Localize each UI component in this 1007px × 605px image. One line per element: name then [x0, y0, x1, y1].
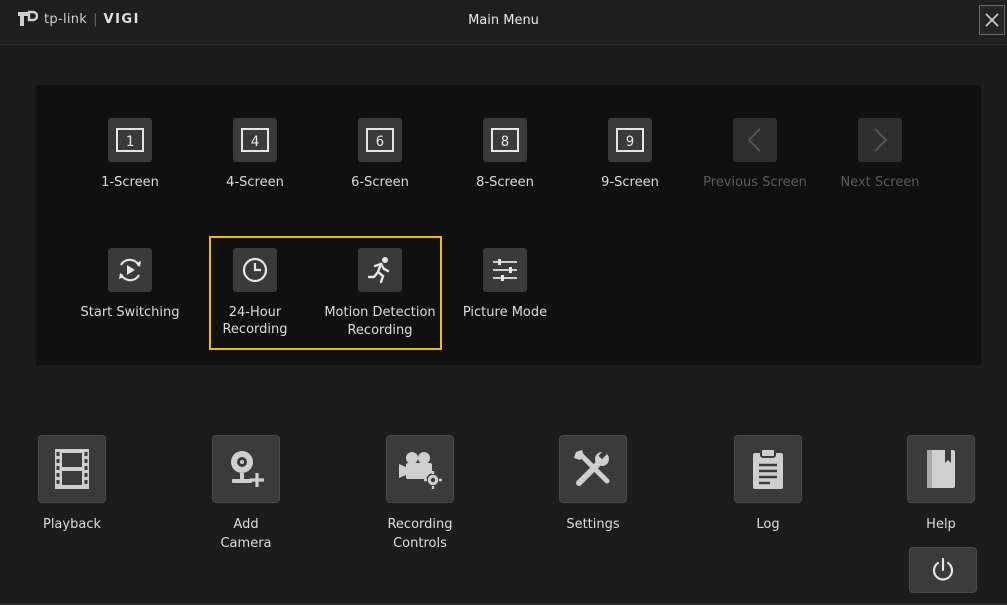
one-screen-icon: 1 — [108, 118, 152, 162]
add-camera-label: Add Camera — [220, 515, 271, 553]
power-icon — [932, 557, 954, 581]
six-screen-label: 6-Screen — [351, 175, 409, 190]
title-bar: tp-link | VIGI Main Menu — [0, 0, 1007, 45]
six-screen-button[interactable]: 6 6-Screen — [325, 118, 435, 192]
help-label: Help — [926, 517, 956, 532]
film-icon — [38, 435, 106, 503]
playback-button[interactable]: Playback — [2, 435, 142, 534]
next-screen-label: Next Screen — [840, 175, 920, 190]
tools-icon — [559, 435, 627, 503]
book-icon — [907, 435, 975, 503]
power-button[interactable] — [909, 547, 977, 593]
eight-screen-label: 8-Screen — [476, 175, 534, 190]
picture-mode-button[interactable]: Picture Mode — [450, 248, 560, 322]
playback-label: Playback — [42, 517, 101, 532]
settings-button[interactable]: Settings — [523, 435, 663, 534]
recording-controls-label: Recording Controls — [387, 515, 452, 553]
svg-text:9: 9 — [626, 134, 634, 150]
add-camera-label-line2: Camera — [220, 536, 272, 551]
add-camera-label-line1: Add — [233, 517, 259, 532]
log-label: Log — [756, 517, 780, 532]
help-button[interactable]: Help — [871, 435, 1007, 534]
six-screen-icon: 6 — [358, 118, 402, 162]
svg-text:8: 8 — [501, 134, 509, 150]
start-switching-button[interactable]: Start Switching — [75, 248, 185, 322]
recording-camera-icon — [386, 435, 454, 503]
eight-screen-button[interactable]: 8 8-Screen — [450, 118, 560, 192]
four-screen-icon: 4 — [233, 118, 277, 162]
nine-screen-icon: 9 — [608, 118, 652, 162]
add-camera-icon — [212, 435, 280, 503]
recording-controls-label-line1: Recording — [387, 517, 453, 532]
one-screen-label: 1-Screen — [101, 175, 159, 190]
close-icon — [985, 13, 999, 27]
recording-controls-label-line2: Controls — [393, 536, 447, 551]
close-button[interactable] — [979, 5, 1005, 35]
start-switching-label: Start Switching — [80, 305, 180, 320]
previous-screen-label: Previous Screen — [703, 175, 807, 190]
svg-text:1: 1 — [126, 134, 134, 150]
eight-screen-icon: 8 — [483, 118, 527, 162]
picture-mode-label: Picture Mode — [462, 305, 548, 320]
window-title: Main Menu — [468, 13, 539, 28]
previous-screen-button[interactable]: Previous Screen — [700, 118, 810, 192]
recording-options-highlight — [209, 236, 442, 350]
log-button[interactable]: Log — [698, 435, 838, 534]
chevron-left-icon — [733, 118, 777, 162]
add-camera-button[interactable]: Add Camera — [176, 435, 316, 553]
switch-cycle-icon — [108, 248, 152, 292]
svg-text:4: 4 — [251, 134, 259, 150]
one-screen-button[interactable]: 1 1-Screen — [75, 118, 185, 192]
recording-controls-button[interactable]: Recording Controls — [350, 435, 490, 553]
sliders-icon — [483, 248, 527, 292]
clipboard-icon — [734, 435, 802, 503]
nine-screen-label: 9-Screen — [601, 175, 659, 190]
chevron-right-icon — [858, 118, 902, 162]
four-screen-label: 4-Screen — [226, 175, 284, 190]
next-screen-button[interactable]: Next Screen — [825, 118, 935, 192]
four-screen-button[interactable]: 4 4-Screen — [200, 118, 310, 192]
settings-label: Settings — [566, 517, 620, 532]
nine-screen-button[interactable]: 9 9-Screen — [575, 118, 685, 192]
svg-text:6: 6 — [376, 134, 384, 150]
